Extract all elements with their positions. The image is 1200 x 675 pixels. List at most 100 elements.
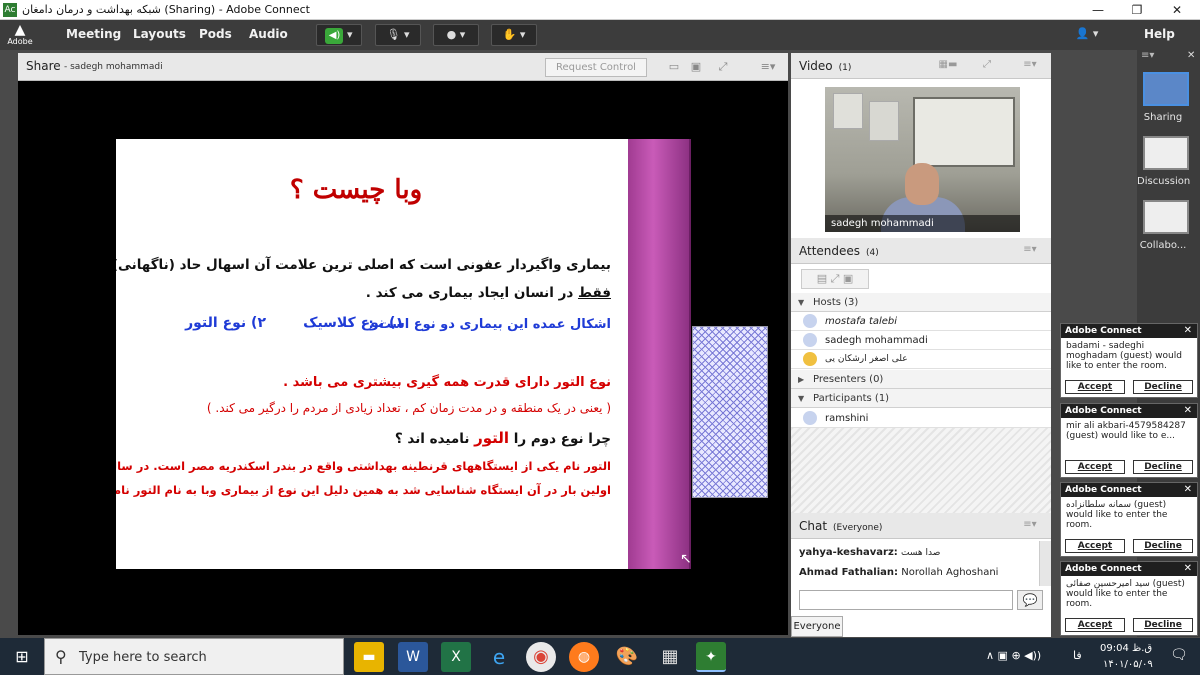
attendee-row[interactable]: sadegh mohammadi bbox=[791, 331, 1051, 350]
taskbar-search[interactable]: ⚲ Type here to search bbox=[44, 638, 344, 675]
clock-date[interactable]: ۱۴۰۱/۰۵/۰۹ bbox=[1103, 659, 1153, 670]
chat-pod: Chat (Everyone) ≡▾ yahya-keshavarz: صدا ه… bbox=[791, 513, 1051, 637]
slide-forms-label: اشکال عمده این بیماری دو نوع است : bbox=[368, 317, 611, 332]
close-icon[interactable]: ✕ bbox=[1184, 324, 1192, 338]
edge-icon[interactable]: e bbox=[484, 642, 514, 672]
fit-page-icon[interactable]: ▣ bbox=[686, 59, 706, 75]
attendee-row[interactable]: ramshini bbox=[791, 409, 1051, 428]
chat-pod-header: Chat (Everyone) ≡▾ bbox=[791, 513, 1051, 539]
chrome-icon[interactable]: ◉ bbox=[526, 642, 556, 672]
hosts-group[interactable]: ▼ Hosts (3) bbox=[791, 293, 1051, 312]
firefox-icon[interactable]: ◍ bbox=[569, 642, 599, 672]
decline-button[interactable]: Decline bbox=[1133, 380, 1193, 394]
menu-audio[interactable]: Audio bbox=[249, 27, 288, 41]
fit-width-icon[interactable]: ▭ bbox=[664, 59, 684, 75]
layouts-menu-icon[interactable]: ≡▾ bbox=[1141, 50, 1154, 61]
attendee-row[interactable]: علی اصغر ارشکان یی bbox=[791, 350, 1051, 369]
fullscreen-icon[interactable]: ⤢ bbox=[713, 59, 733, 75]
layout-thumb-sharing[interactable] bbox=[1143, 72, 1189, 106]
video-feed: sadegh mohammadi bbox=[825, 87, 1020, 232]
notifications-icon[interactable]: 🗨 bbox=[1170, 647, 1188, 663]
chat-pod-title: Chat (Everyone) bbox=[799, 519, 882, 533]
speaker-button[interactable]: ◀) ▾ bbox=[316, 24, 362, 46]
input-language[interactable]: فا bbox=[1073, 649, 1082, 662]
chat-scrollbar[interactable] bbox=[1039, 541, 1051, 586]
fullscreen-icon[interactable]: ⤢ bbox=[976, 59, 998, 73]
menu-meeting[interactable]: Meeting bbox=[66, 27, 121, 41]
excel-icon[interactable]: X bbox=[441, 642, 471, 672]
join-request-notification: Adobe Connect ✕ سمانه سلطانزاده (guest) w… bbox=[1060, 482, 1198, 557]
user-status-button[interactable]: 👤 ▾ bbox=[1065, 24, 1109, 46]
chat-input[interactable] bbox=[799, 590, 1013, 610]
layout-label-discussion[interactable]: Discussion bbox=[1137, 176, 1190, 187]
microphone-icon: 🎙 bbox=[386, 28, 401, 41]
accept-button[interactable]: Accept bbox=[1065, 460, 1125, 474]
speaker-icon: ◀) bbox=[325, 28, 344, 44]
chat-title-label: Chat bbox=[799, 519, 828, 533]
decline-button[interactable]: Decline bbox=[1133, 539, 1193, 553]
title-bar: Ac شبکه بهداشت و درمان دامغان (Sharing) … bbox=[0, 0, 1200, 20]
notification-header: Adobe Connect ✕ bbox=[1061, 324, 1197, 338]
word-icon[interactable]: W bbox=[398, 642, 428, 672]
chat-text: صدا هست bbox=[901, 548, 941, 558]
raise-hand-button[interactable]: ✋ ▾ bbox=[491, 24, 537, 46]
chat-recipient-selector[interactable]: Everyone bbox=[791, 616, 843, 637]
pod-menu-icon[interactable]: ≡▾ bbox=[1019, 519, 1041, 533]
accept-button[interactable]: Accept bbox=[1065, 380, 1125, 394]
tray-icons[interactable]: ∧ ▣ ⊕ ◀)) bbox=[986, 649, 1041, 662]
expand-arrow-icon: ▼ bbox=[798, 298, 805, 307]
menu-pods[interactable]: Pods bbox=[199, 27, 232, 41]
decline-button[interactable]: Decline bbox=[1133, 460, 1193, 474]
microphone-button[interactable]: 🎙 ▾ bbox=[375, 24, 421, 46]
windows-start-icon[interactable]: ⊞ bbox=[0, 638, 44, 675]
video-title-label: Video bbox=[799, 59, 833, 73]
layout-thumb-discussion[interactable] bbox=[1143, 136, 1189, 170]
slide-history-2: اولین بار در آن ایستگاه شناسایی شد به هم… bbox=[116, 483, 611, 497]
webcam-button[interactable]: ● ▾ bbox=[433, 24, 479, 46]
calculator-icon[interactable]: ▦ bbox=[655, 642, 685, 672]
chat-audience: (Everyone) bbox=[833, 523, 883, 533]
video-layout-icon[interactable]: ▦▬ bbox=[926, 59, 970, 73]
paint-icon[interactable]: 🎨 bbox=[612, 642, 642, 672]
request-control-button[interactable]: Request Control bbox=[545, 58, 647, 77]
restore-button[interactable]: ❐ bbox=[1122, 1, 1152, 19]
file-explorer-icon[interactable]: ▬ bbox=[354, 642, 384, 672]
pod-menu-icon[interactable]: ≡▾ bbox=[1019, 59, 1041, 73]
close-layouts-icon[interactable]: ✕ bbox=[1187, 50, 1195, 61]
attendee-row[interactable]: mostafa talebi bbox=[791, 312, 1051, 331]
slide-why-suffix: نامیده اند ؟ bbox=[394, 431, 470, 447]
pod-menu-icon[interactable]: ≡▾ bbox=[1019, 244, 1041, 258]
layout-label-sharing[interactable]: Sharing bbox=[1137, 112, 1189, 123]
layout-thumb-collaboration[interactable] bbox=[1143, 200, 1189, 234]
menu-layouts[interactable]: Layouts bbox=[133, 27, 186, 41]
app-icon: Ac bbox=[3, 3, 17, 17]
clock-time[interactable]: 09:04 ق.ظ bbox=[1100, 643, 1152, 654]
chevron-down-icon: ▾ bbox=[346, 28, 353, 41]
presenters-group[interactable]: ▶ Presenters (0) bbox=[791, 370, 1051, 389]
adobe-connect-taskbar-icon[interactable]: ✦ bbox=[696, 642, 726, 672]
host-icon bbox=[803, 333, 817, 347]
attendees-pod: Attendees (4) ≡▾ ▤ ⤢ ▣ ▼ Hosts (3) mostaf… bbox=[791, 238, 1051, 513]
decline-button[interactable]: Decline bbox=[1133, 618, 1193, 632]
pod-menu-icon[interactable]: ≡▾ bbox=[758, 59, 778, 75]
participant-icon bbox=[803, 411, 817, 425]
minimize-button[interactable]: — bbox=[1083, 1, 1113, 19]
participants-group[interactable]: ▼ Participants (1) bbox=[791, 389, 1051, 408]
accept-button[interactable]: Accept bbox=[1065, 539, 1125, 553]
accept-button[interactable]: Accept bbox=[1065, 618, 1125, 632]
close-window-button[interactable]: ✕ bbox=[1162, 1, 1192, 19]
close-icon[interactable]: ✕ bbox=[1184, 562, 1192, 576]
slide-line-1: بیماری واگیردار عفونی است که اصلی ترین ع… bbox=[116, 257, 611, 273]
attendee-view-toggle[interactable]: ▤ ⤢ ▣ bbox=[801, 269, 869, 289]
attendee-name: علی اصغر ارشکان یی bbox=[825, 354, 908, 364]
chat-send-icon[interactable]: 💬 bbox=[1017, 590, 1043, 610]
slide-eltor-power-detail: ( یعنی در یک منطقه و در مدت زمان کم ، تع… bbox=[206, 401, 611, 415]
attendee-name: ramshini bbox=[825, 413, 869, 424]
chevron-down-icon: ▾ bbox=[403, 28, 410, 41]
help-menu[interactable]: Help bbox=[1144, 27, 1175, 41]
close-icon[interactable]: ✕ bbox=[1184, 483, 1192, 497]
layout-label-collaboration[interactable]: Collabo... bbox=[1137, 240, 1189, 251]
wall-paper bbox=[833, 93, 863, 129]
close-icon[interactable]: ✕ bbox=[1184, 404, 1192, 418]
notification-body: mir ali akbari-4579584287 (guest) would … bbox=[1066, 421, 1186, 441]
